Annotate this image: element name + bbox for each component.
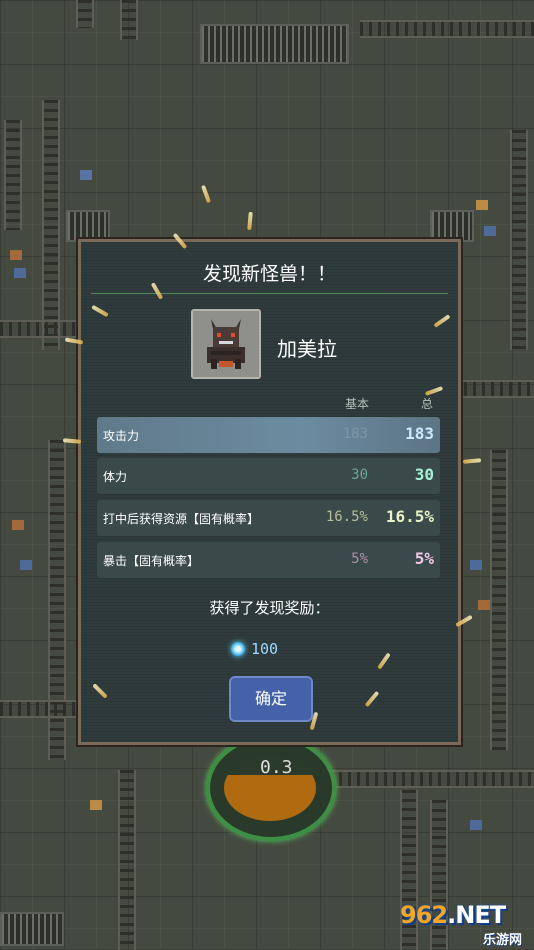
machine-block xyxy=(476,200,488,210)
machine-block xyxy=(20,560,32,570)
machine-block xyxy=(484,226,496,236)
logo-brand-suffix: .NET xyxy=(447,901,506,929)
stat-label: 体力 xyxy=(103,470,128,484)
rail-track xyxy=(76,0,94,28)
divider xyxy=(91,293,448,294)
machine-block xyxy=(90,800,102,810)
logo-brand-sub: 乐游网 xyxy=(482,933,522,948)
gauge-reading: 0.3 xyxy=(260,757,293,778)
rail-track xyxy=(4,120,22,230)
stat-base-value: 5% xyxy=(351,551,368,567)
rail-track xyxy=(510,130,528,350)
stat-base-value: 16.5% xyxy=(325,509,368,525)
reward-item: 100 xyxy=(231,638,278,660)
stat-total-value: 5% xyxy=(414,549,434,568)
logo-brand-number: 962 xyxy=(400,901,448,929)
stat-base-value: 183 xyxy=(342,426,368,442)
column-header-base: 基本 xyxy=(345,397,370,411)
site-watermark-logo: 962.NET 乐游网 xyxy=(400,901,528,948)
reward-amount: 100 xyxy=(251,640,279,658)
rail-track xyxy=(42,100,60,350)
rail-track xyxy=(120,0,138,40)
monster-name: 加美拉 xyxy=(277,337,337,361)
machine-block xyxy=(478,600,490,610)
rail-track xyxy=(360,20,534,38)
monster-sprite-icon xyxy=(193,311,259,377)
stat-row-resource-chance[interactable]: 打中后获得资源【固有概率】 16.5% 16.5% xyxy=(97,500,440,536)
monster-portrait xyxy=(191,309,261,379)
dialog-title: 发现新怪兽！！ xyxy=(202,263,336,285)
rail-track xyxy=(0,320,80,338)
stat-label: 暴击【固有概率】 xyxy=(103,554,200,568)
vent-grate xyxy=(66,210,110,242)
column-header-total: 总 xyxy=(421,397,434,411)
machine-block xyxy=(470,820,482,830)
stat-row-attack[interactable]: 攻击力 183 183 xyxy=(97,417,440,453)
vent-grate xyxy=(200,24,349,64)
machine-block xyxy=(10,250,22,260)
machine-block xyxy=(470,560,482,570)
stat-total-value: 30 xyxy=(414,465,434,484)
new-monster-dialog: 发现新怪兽！！ 加美拉 基本 总 攻击力 183 183 体力 30 30 打中… xyxy=(78,239,461,745)
gem-icon xyxy=(231,642,245,656)
rail-track xyxy=(118,770,136,950)
vent-grate xyxy=(0,912,64,946)
machine-block xyxy=(80,170,92,180)
machine-block xyxy=(12,520,24,530)
stat-label: 攻击力 xyxy=(103,429,140,443)
reward-title: 获得了发现奖励： xyxy=(209,599,330,617)
rail-track xyxy=(490,450,508,750)
stat-row-critical[interactable]: 暴击【固有概率】 5% 5% xyxy=(97,542,440,578)
stat-label: 打中后获得资源【固有概率】 xyxy=(103,512,260,526)
stat-base-value: 30 xyxy=(351,467,368,483)
stat-total-value: 183 xyxy=(405,424,434,443)
stat-row-stamina[interactable]: 体力 30 30 xyxy=(97,458,440,494)
resource-gauge[interactable]: 0.3 xyxy=(206,735,336,841)
vent-grate xyxy=(430,210,474,242)
stat-total-value: 16.5% xyxy=(385,507,434,526)
rail-track xyxy=(455,380,534,398)
machine-block xyxy=(14,268,26,278)
rail-track xyxy=(0,700,80,718)
confirm-button[interactable]: 确定 xyxy=(229,676,313,722)
rail-track xyxy=(330,770,534,788)
